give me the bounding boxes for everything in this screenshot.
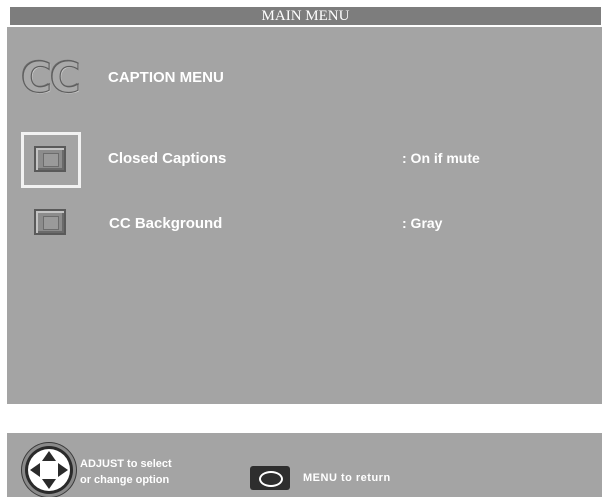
caption-menu-heading: CAPTION MENU — [108, 69, 224, 86]
option-square-icon — [34, 209, 66, 235]
footer-hints: ADJUST to select or change option MENU t… — [7, 433, 602, 497]
menu-button-icon — [250, 466, 290, 490]
closed-captions-option[interactable]: Closed Captions : On if mute — [7, 131, 602, 188]
closed-captions-value[interactable]: : On if mute — [402, 150, 480, 166]
caption-menu-panel: CC CAPTION MENU Closed Captions : On if … — [7, 27, 602, 404]
main-menu-title: MAIN MENU — [10, 7, 601, 25]
option-square-icon — [34, 146, 66, 172]
cc-background-value[interactable]: : Gray — [402, 215, 442, 231]
closed-captions-label: Closed Captions — [108, 150, 227, 167]
menu-return-hint: MENU to return — [303, 472, 391, 484]
cc-background-label: CC Background — [109, 215, 223, 232]
adjust-hint-line1: ADJUST to select — [80, 458, 172, 470]
cc-background-option[interactable]: CC Background : Gray — [7, 197, 602, 253]
adjust-hint-line2: or change option — [80, 474, 170, 486]
menu-oval-icon — [259, 471, 283, 487]
adjust-hint: ADJUST to select or change option — [80, 456, 172, 488]
cc-logo-icon: CC — [20, 53, 81, 102]
dpad-icon — [25, 446, 73, 494]
